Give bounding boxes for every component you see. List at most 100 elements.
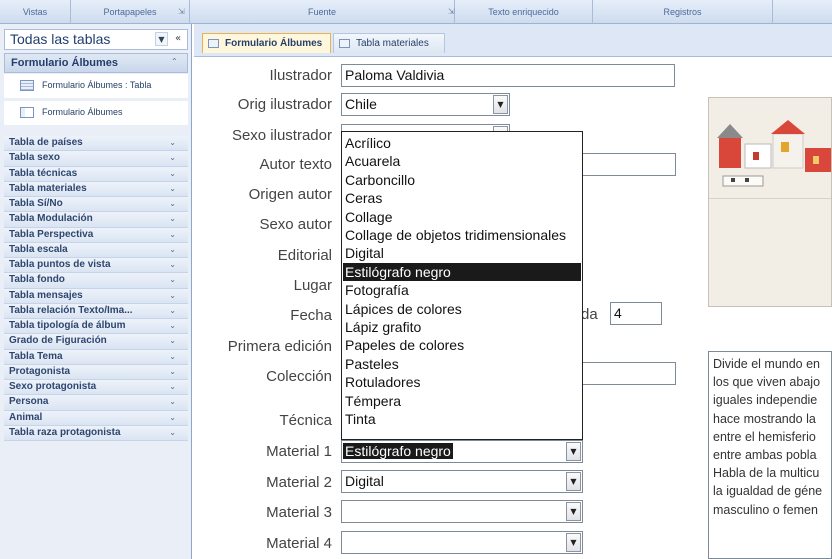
- autor-texto-field[interactable]: [580, 153, 676, 176]
- cover-image: [708, 97, 832, 307]
- dropdown-option[interactable]: Pasteles: [343, 355, 581, 373]
- ribbon-group-portapapeles[interactable]: Portapapeles: [71, 0, 190, 24]
- table-icon: [20, 80, 34, 91]
- dropdown-option[interactable]: Rotuladores: [343, 373, 581, 391]
- dropdown-option[interactable]: Ceras: [343, 189, 581, 207]
- form-icon: [20, 107, 34, 118]
- ribbon-group-texto-enriquecido[interactable]: Texto enriquecido: [455, 0, 593, 24]
- tab-label: Tabla materiales: [356, 38, 429, 49]
- ribbon-group-registros[interactable]: Registros: [593, 0, 773, 24]
- dropdown-option[interactable]: Tinta: [343, 410, 581, 428]
- chevron-down-icon: ⌄: [169, 214, 176, 224]
- nav-pane-header[interactable]: Todas las tablas ▼ «: [4, 29, 188, 50]
- description-memo[interactable]: Divide el mundo en los que viven abajo i…: [708, 351, 832, 559]
- chevron-down-icon: ⌄: [169, 168, 176, 178]
- nav-group-item[interactable]: Tabla tipología de álbum ⌄: [4, 319, 188, 335]
- nav-group-item[interactable]: Tabla escala ⌄: [4, 242, 188, 258]
- material-2-combo[interactable]: Digital ▼: [341, 470, 583, 493]
- dropdown-option[interactable]: Lápiz grafito: [343, 318, 581, 336]
- ribbon-group-bar: Vistas Portapapeles ⇲ Fuente ⇲ Texto enr…: [0, 0, 832, 24]
- nav-group-item[interactable]: Tabla Sí/No ⌄: [4, 197, 188, 213]
- dropdown-arrow-icon[interactable]: ▼: [493, 95, 508, 114]
- combo-value: Estilógrafo negro: [343, 443, 453, 459]
- ilustrador-field[interactable]: Paloma Valdivia: [341, 64, 675, 87]
- table-icon: [339, 39, 350, 48]
- nav-group-item[interactable]: Tabla raza protagonista ⌄: [4, 425, 188, 441]
- tab-formulario-albumes[interactable]: Formulario Álbumes: [202, 33, 331, 53]
- coleccion-field[interactable]: [580, 362, 676, 385]
- orig-ilustrador-combo[interactable]: Chile ▼: [341, 93, 510, 116]
- chevron-down-icon: ⌄: [169, 260, 176, 269]
- shutter-close-icon[interactable]: «: [175, 33, 181, 44]
- illustration-art: [709, 98, 831, 306]
- chevron-down-icon: ⌄: [169, 138, 176, 147]
- nav-group-item[interactable]: Tabla fondo ⌄: [4, 273, 188, 289]
- dropdown-arrow-icon[interactable]: ▼: [566, 472, 581, 491]
- number-field[interactable]: 4: [610, 302, 662, 325]
- nav-group-item[interactable]: Tabla Modulación ⌄: [4, 212, 188, 228]
- nav-group-formulario-albumes[interactable]: Formulario Álbumes ⌃: [4, 53, 188, 73]
- dialog-launcher-icon[interactable]: ⇲: [178, 7, 185, 16]
- nav-group-item-label: Persona: [9, 396, 49, 408]
- nav-group-item[interactable]: Tabla Tema ⌄: [4, 349, 188, 365]
- tab-label: Formulario Álbumes: [225, 38, 323, 49]
- dropdown-option[interactable]: Lápices de colores: [343, 300, 581, 318]
- dropdown-option[interactable]: Papeles de colores: [343, 336, 581, 354]
- ribbon-group-vistas[interactable]: Vistas: [0, 0, 71, 24]
- nav-group-item[interactable]: Tabla técnicas ⌄: [4, 166, 188, 182]
- chevron-down-icon: ⌄: [169, 412, 176, 422]
- nav-group-item[interactable]: Tabla puntos de vista ⌄: [4, 258, 188, 274]
- label-coleccion: Colección: [266, 368, 332, 385]
- nav-group-item[interactable]: Tabla materiales ⌄: [4, 181, 188, 197]
- tab-tabla-materiales[interactable]: Tabla materiales: [333, 33, 445, 53]
- chevron-down-icon: ⌄: [169, 305, 176, 315]
- nav-object-label: Formulario Álbumes: [42, 107, 123, 117]
- nav-group-item-label: Tabla puntos de vista: [9, 259, 111, 270]
- chevron-up-icon[interactable]: ⌃: [171, 57, 178, 66]
- nav-group-item[interactable]: Sexo protagonista ⌄: [4, 380, 188, 396]
- dropdown-option[interactable]: Fotografía: [343, 281, 581, 299]
- nav-object-table[interactable]: Formulario Álbumes : Tabla: [4, 74, 188, 98]
- nav-group-item-label: Tabla materiales: [9, 182, 87, 194]
- nav-group-item-label: Grado de Figuración: [9, 335, 107, 347]
- chevron-down-icon: ⌄: [169, 336, 176, 346]
- nav-group-item[interactable]: Persona ⌄: [4, 395, 188, 411]
- nav-group-item[interactable]: Animal ⌄: [4, 410, 188, 426]
- chevron-down-icon: ⌄: [169, 351, 176, 361]
- nav-group-item[interactable]: Tabla de países ⌄: [4, 136, 188, 152]
- material-4-combo[interactable]: ▼: [341, 531, 583, 554]
- dropdown-option-selected[interactable]: Estilógrafo negro: [343, 262, 581, 282]
- dropdown-option[interactable]: Collage de objetos tridimensionales: [343, 226, 581, 244]
- nav-group-item-label: Tabla Modulación: [9, 213, 93, 225]
- label-origen-autor: Origen autor: [248, 186, 332, 203]
- label-tecnica: Técnica: [279, 412, 332, 429]
- dropdown-arrow-icon[interactable]: ▼: [566, 442, 581, 461]
- nav-group-item-label: Tabla Tema: [9, 350, 63, 362]
- nav-group-list: Tabla de países ⌄ Tabla sexo ⌄ Tabla técni…: [4, 136, 188, 441]
- nav-group-item-label: Tabla Perspectiva: [9, 228, 94, 240]
- dropdown-option[interactable]: Digital: [343, 244, 581, 262]
- dropdown-option[interactable]: Témpera: [343, 392, 581, 410]
- nav-group-item[interactable]: Tabla Perspectiva ⌄: [4, 227, 188, 243]
- material-3-combo[interactable]: ▼: [341, 500, 583, 523]
- dialog-launcher-icon[interactable]: ⇲: [448, 7, 455, 16]
- dropdown-arrow-icon[interactable]: ▼: [566, 502, 581, 521]
- material-1-combo[interactable]: Estilógrafo negro ▼: [341, 440, 583, 463]
- nav-group-item[interactable]: Tabla relación Texto/Ima... ⌄: [4, 303, 188, 319]
- nav-dropdown-icon[interactable]: ▼: [155, 32, 168, 46]
- chevron-down-icon: ⌄: [169, 321, 176, 330]
- dropdown-option[interactable]: Collage: [343, 208, 581, 226]
- nav-group-item[interactable]: Protagonista ⌄: [4, 364, 188, 380]
- label-fecha: Fecha: [290, 307, 332, 324]
- nav-object-label: Formulario Álbumes : Tabla: [42, 80, 152, 90]
- ribbon-group-fuente[interactable]: Fuente: [190, 0, 455, 24]
- nav-group-item[interactable]: Grado de Figuración ⌄: [4, 334, 188, 350]
- dropdown-option[interactable]: Acrílico: [343, 134, 581, 152]
- nav-group-item[interactable]: Tabla sexo ⌄: [4, 151, 188, 167]
- dropdown-option[interactable]: Acuarela: [343, 152, 581, 170]
- nav-group-item[interactable]: Tabla mensajes ⌄: [4, 288, 188, 304]
- dropdown-arrow-icon[interactable]: ▼: [566, 533, 581, 552]
- material-dropdown-list[interactable]: Acrílico Acuarela Carboncillo Ceras Coll…: [341, 131, 583, 440]
- nav-object-form[interactable]: Formulario Álbumes: [4, 101, 188, 125]
- dropdown-option[interactable]: Carboncillo: [343, 171, 581, 189]
